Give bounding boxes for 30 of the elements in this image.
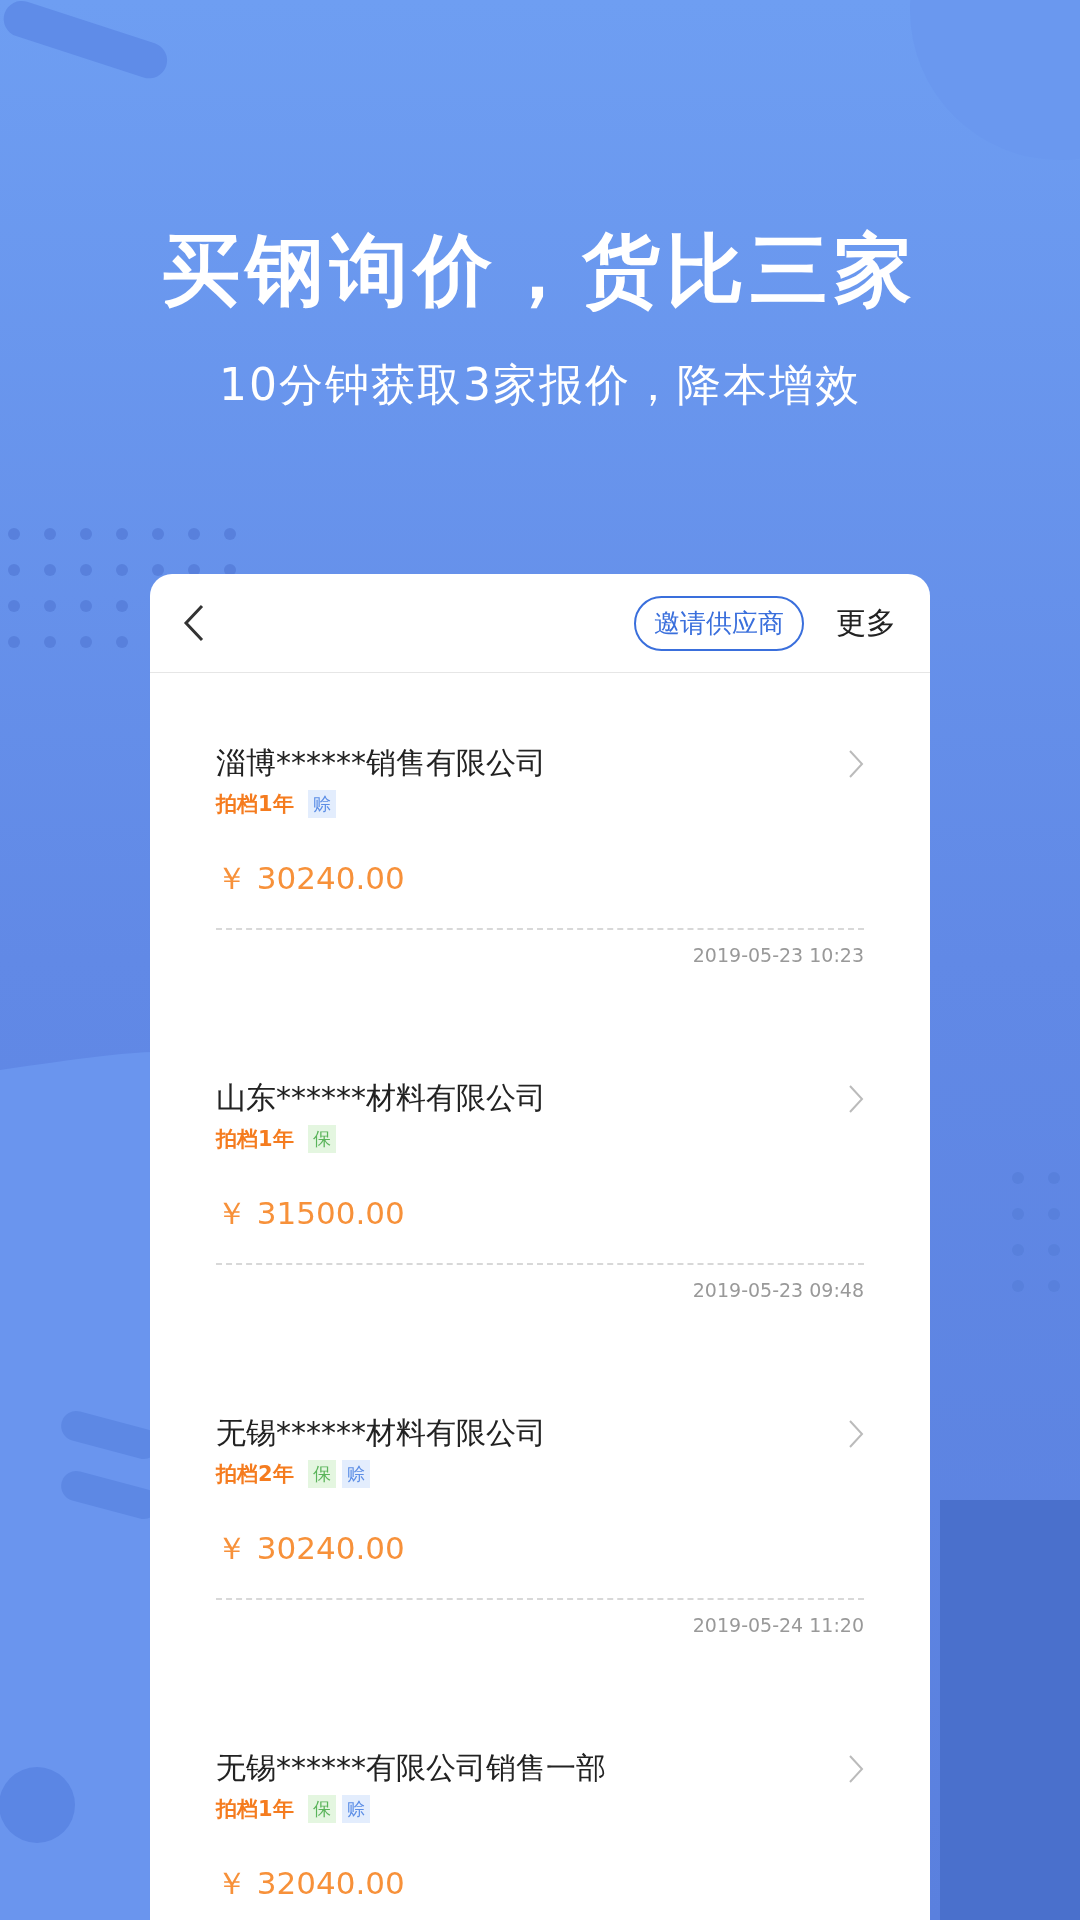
- company-name[interactable]: 无锡******材料有限公司: [216, 1413, 546, 1454]
- tag: 赊: [307, 790, 336, 818]
- back-icon[interactable]: [182, 603, 206, 643]
- quote-price: ￥ 31500.00: [216, 1194, 406, 1233]
- more-button[interactable]: 更多: [836, 602, 896, 644]
- partner-years: 拍档2年: [216, 1461, 294, 1488]
- partner-years: 拍档1年: [216, 1126, 294, 1153]
- quote-time: 2019-05-24 11:20: [691, 1614, 864, 1636]
- tag: 保: [307, 1795, 336, 1823]
- chevron-right-icon[interactable]: [848, 1418, 864, 1449]
- headline: 买钢询价，货比三家: [161, 224, 919, 317]
- tag: 赊: [341, 1795, 370, 1823]
- quote-time: 2019-05-23 10:23: [691, 944, 864, 966]
- chevron-right-icon[interactable]: [848, 1083, 864, 1114]
- quote-price: ￥ 30240.00: [216, 859, 406, 898]
- quote-price: ￥ 32040.00: [216, 1864, 406, 1903]
- partner-years: 拍档1年: [216, 1796, 294, 1823]
- company-name[interactable]: 无锡******有限公司销售一部: [216, 1748, 606, 1789]
- tag: 保: [307, 1125, 336, 1153]
- company-name[interactable]: 山东******材料有限公司: [216, 1078, 546, 1119]
- chevron-right-icon[interactable]: [848, 748, 864, 779]
- invite-supplier-button[interactable]: 邀请供应商: [634, 595, 804, 651]
- subheadline: 10分钟获取3家报价，降本增效: [218, 358, 862, 412]
- chevron-right-icon[interactable]: [848, 1753, 864, 1784]
- tag: 赊: [341, 1460, 370, 1488]
- partner-years: 拍档1年: [216, 791, 294, 818]
- quote-time: 2019-05-23 09:48: [691, 1279, 864, 1301]
- company-name[interactable]: 淄博******销售有限公司: [216, 743, 546, 784]
- tag: 保: [307, 1460, 336, 1488]
- quote-price: ￥ 30240.00: [216, 1529, 406, 1568]
